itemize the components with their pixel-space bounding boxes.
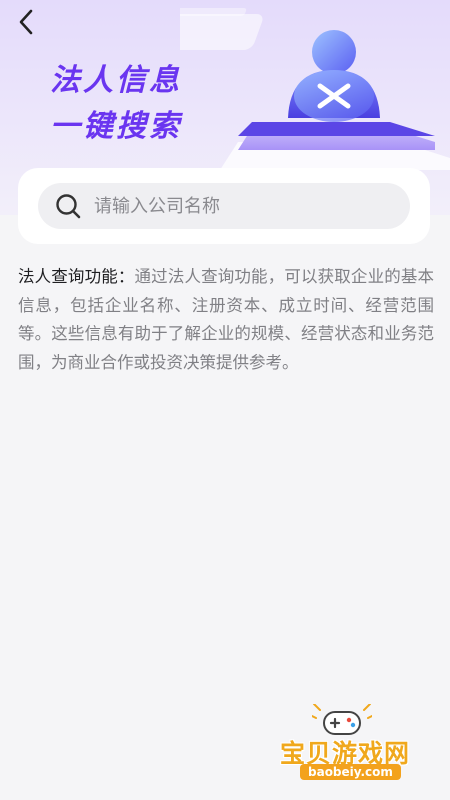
feature-description: 法人查询功能：通过法人查询功能，可以获取企业的基本信息，包括企业名称、注册资本、…	[18, 263, 434, 377]
company-name-input[interactable]	[92, 194, 386, 218]
gamepad-icon	[312, 704, 372, 735]
watermark-url: baobeiy.com	[300, 764, 401, 780]
description-label: 法人查询功能：	[18, 267, 135, 286]
watermark: 宝贝游戏网 baobeiy.com	[262, 700, 422, 790]
search-icon	[54, 192, 82, 220]
hero-title-line1: 法人信息	[50, 63, 182, 98]
hero-title: 法人信息 一键搜索	[50, 58, 182, 150]
search-bar[interactable]	[38, 183, 410, 229]
hero-title-line2: 一键搜索	[50, 109, 182, 144]
user-search-illustration	[180, 8, 450, 170]
chevron-left-icon	[19, 9, 33, 35]
search-card	[18, 168, 430, 244]
back-button[interactable]	[8, 4, 44, 40]
